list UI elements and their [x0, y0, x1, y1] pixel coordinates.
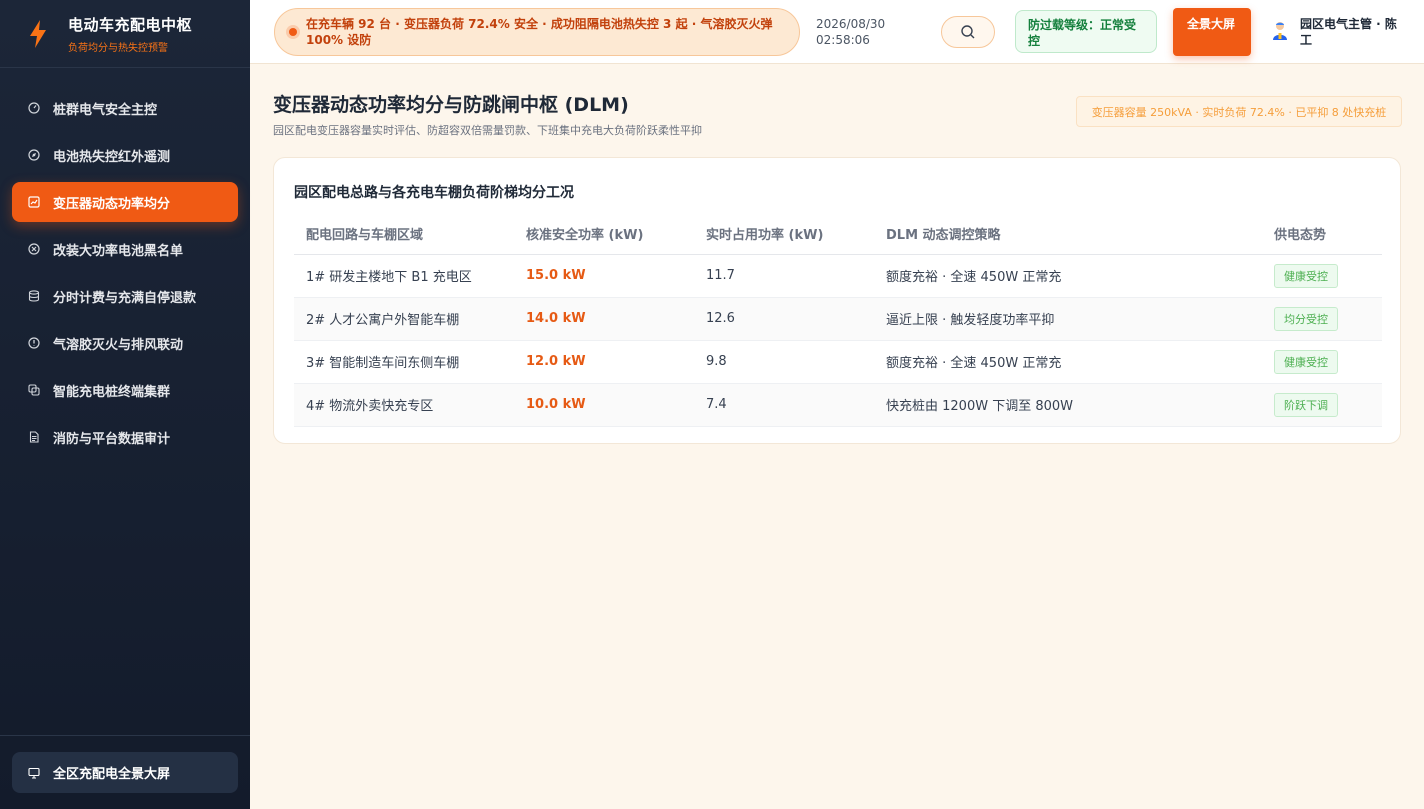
table-row[interactable]: 4# 物流外卖快充专区 10.0 kW 7.4 快充桩由 1200W 下调至 8… [294, 383, 1382, 427]
sidebar-item-label: 改装大功率电池黑名单 [53, 243, 184, 259]
strategy-cell: 额度充裕 · 全速 450W 正常充 [874, 340, 1262, 384]
alert-dot-icon [289, 28, 297, 36]
strategy-cell: 额度充裕 · 全速 450W 正常充 [874, 254, 1262, 298]
info-circle-icon [28, 337, 40, 349]
area-cell: 3# 智能制造车间东侧车棚 [294, 340, 514, 384]
table-header-row: 配电回路与车棚区域 核准安全功率 (kW) 实时占用功率 (kW) DLM 动态… [294, 214, 1382, 255]
alert-text: 在充车辆 92 台 · 变压器负荷 72.4% 安全 · 成功阻隔电池热失控 3… [306, 17, 773, 47]
sidebar-item-pile-safety[interactable]: 桩群电气安全主控 [12, 88, 238, 128]
column-header: DLM 动态调控策略 [874, 214, 1262, 255]
sidebar-item-data-audit[interactable]: 消防与平台数据审计 [12, 417, 238, 457]
actual-power-cell: 9.8 [694, 340, 874, 384]
column-header: 实时占用功率 (kW) [694, 214, 874, 255]
safe-power-cell: 10.0 kW [514, 383, 694, 427]
status-badge: 均分受控 [1274, 306, 1338, 331]
sidebar-nav: 桩群电气安全主控 电池热失控红外遥测 变压器动态功率均分 改装大功率电池黑名单 … [0, 68, 250, 457]
status-alert-banner: 在充车辆 92 台 · 变压器负荷 72.4% 安全 · 成功阻隔电池热失控 3… [274, 8, 800, 56]
sidebar-item-thermal-telemetry[interactable]: 电池热失控红外遥测 [12, 135, 238, 175]
area-cell: 4# 物流外卖快充专区 [294, 383, 514, 427]
panorama-screen-label: 全区充配电全景大屏 [53, 767, 171, 782]
brand-subtitle: 负荷均分与热失控预警 [68, 42, 168, 54]
time-text: 02:58:06 [816, 33, 870, 47]
search-button[interactable] [941, 16, 995, 48]
user-avatar-icon [1273, 22, 1287, 40]
area-cell: 2# 人才公寓户外智能车棚 [294, 297, 514, 341]
date-text: 2026/08/30 [816, 17, 886, 31]
user-profile[interactable]: 园区电气主管 · 陈工 [1271, 16, 1400, 48]
table-row[interactable]: 1# 研发主楼地下 B1 充电区 15.0 kW 11.7 额度充裕 · 全速 … [294, 254, 1382, 298]
area-cell: 1# 研发主楼地下 B1 充电区 [294, 254, 514, 298]
sidebar-item-label: 电池热失控红外遥测 [53, 149, 171, 165]
column-header: 核准安全功率 (kW) [514, 214, 694, 255]
safe-power-cell: 15.0 kW [514, 254, 694, 298]
sidebar: 电动车充配电中枢 负荷均分与热失控预警 桩群电气安全主控 电池热失控红外遥测 变… [0, 0, 250, 809]
sidebar-item-label: 桩群电气安全主控 [53, 102, 158, 118]
sidebar-item-label: 变压器动态功率均分 [53, 196, 171, 212]
user-name: 园区电气主管 · 陈工 [1300, 17, 1397, 47]
status-cell: 阶跃下调 [1262, 383, 1382, 427]
strategy-cell: 快充桩由 1200W 下调至 800W [874, 383, 1262, 427]
actual-power-cell: 7.4 [694, 383, 874, 427]
column-header: 供电态势 [1262, 214, 1382, 255]
status-cell: 健康受控 [1262, 254, 1382, 298]
column-header: 配电回路与车棚区域 [294, 214, 514, 255]
status-badge: 阶跃下调 [1274, 392, 1338, 417]
sidebar-item-aerosol-ventilation[interactable]: 气溶胶灭火与排风联动 [12, 323, 238, 363]
status-badge: 健康受控 [1274, 349, 1338, 374]
fullscreen-button[interactable]: 全景大屏 [1173, 8, 1251, 56]
search-icon [961, 25, 975, 39]
compass-icon [28, 149, 40, 161]
monitor-icon [28, 767, 40, 779]
strategy-cell: 逼近上限 · 触发轻度功率平抑 [874, 297, 1262, 341]
datetime: 2026/08/30 02:58:06 [816, 16, 885, 48]
status-cell: 均分受控 [1262, 297, 1382, 341]
brand: 电动车充配电中枢 负荷均分与热失控预警 [0, 0, 250, 68]
actual-power-cell: 12.6 [694, 297, 874, 341]
status-cell: 健康受控 [1262, 340, 1382, 384]
sidebar-item-label: 智能充电桩终端集群 [53, 384, 171, 400]
lightning-icon [30, 19, 46, 48]
sidebar-item-battery-blacklist[interactable]: 改装大功率电池黑名单 [12, 229, 238, 269]
table-row[interactable]: 3# 智能制造车间东侧车棚 12.0 kW 9.8 额度充裕 · 全速 450W… [294, 340, 1382, 384]
safe-power-cell: 14.0 kW [514, 297, 694, 341]
page-title: 变压器动态功率均分与防跳闸中枢 (DLM) [273, 94, 629, 116]
actual-power-cell: 11.7 [694, 254, 874, 298]
status-badge: 健康受控 [1274, 263, 1338, 288]
sidebar-item-billing-refund[interactable]: 分时计费与充满自停退款 [12, 276, 238, 316]
top-header: 在充车辆 92 台 · 变压器负荷 72.4% 安全 · 成功阻隔电池热失控 3… [250, 0, 1424, 64]
sidebar-item-terminal-cluster[interactable]: 智能充电桩终端集群 [12, 370, 238, 410]
x-circle-icon [28, 243, 40, 255]
sidebar-item-power-balancing[interactable]: 变压器动态功率均分 [12, 182, 238, 222]
capacity-badge: 变压器容量 250kVA · 实时负荷 72.4% · 已平抑 8 处快充桩 [1076, 96, 1402, 127]
sidebar-item-label: 消防与平台数据审计 [53, 431, 171, 447]
sidebar-item-label: 气溶胶灭火与排风联动 [53, 337, 184, 353]
card-title: 园区配电总路与各充电车棚负荷阶梯均分工况 [294, 185, 574, 201]
document-icon [29, 431, 39, 443]
page-subtitle: 园区配电变压器容量实时评估、防超容双倍需量罚款、下班集中充电大负荷阶跃柔性平抑 [273, 124, 702, 137]
chart-icon [28, 196, 40, 208]
safe-power-cell: 12.0 kW [514, 340, 694, 384]
gauge-icon [28, 102, 40, 114]
main-content: 变压器动态功率均分与防跳闸中枢 (DLM) 园区配电变压器容量实时评估、防超容双… [250, 64, 1424, 809]
sidebar-item-label: 分时计费与充满自停退款 [53, 290, 197, 306]
overload-level-badge: 防过载等级：正常受控 [1015, 10, 1157, 53]
layers-icon [28, 384, 40, 396]
load-distribution-card: 园区配电总路与各充电车棚负荷阶梯均分工况 配电回路与车棚区域 核准安全功率 (k… [273, 157, 1401, 444]
sidebar-footer: 全区充配电全景大屏 [0, 735, 250, 809]
table-row[interactable]: 2# 人才公寓户外智能车棚 14.0 kW 12.6 逼近上限 · 触发轻度功率… [294, 297, 1382, 341]
database-icon [28, 290, 40, 302]
panorama-screen-button[interactable]: 全区充配电全景大屏 [12, 752, 238, 793]
brand-title: 电动车充配电中枢 [68, 15, 193, 34]
load-table: 配电回路与车棚区域 核准安全功率 (kW) 实时占用功率 (kW) DLM 动态… [294, 214, 1382, 427]
